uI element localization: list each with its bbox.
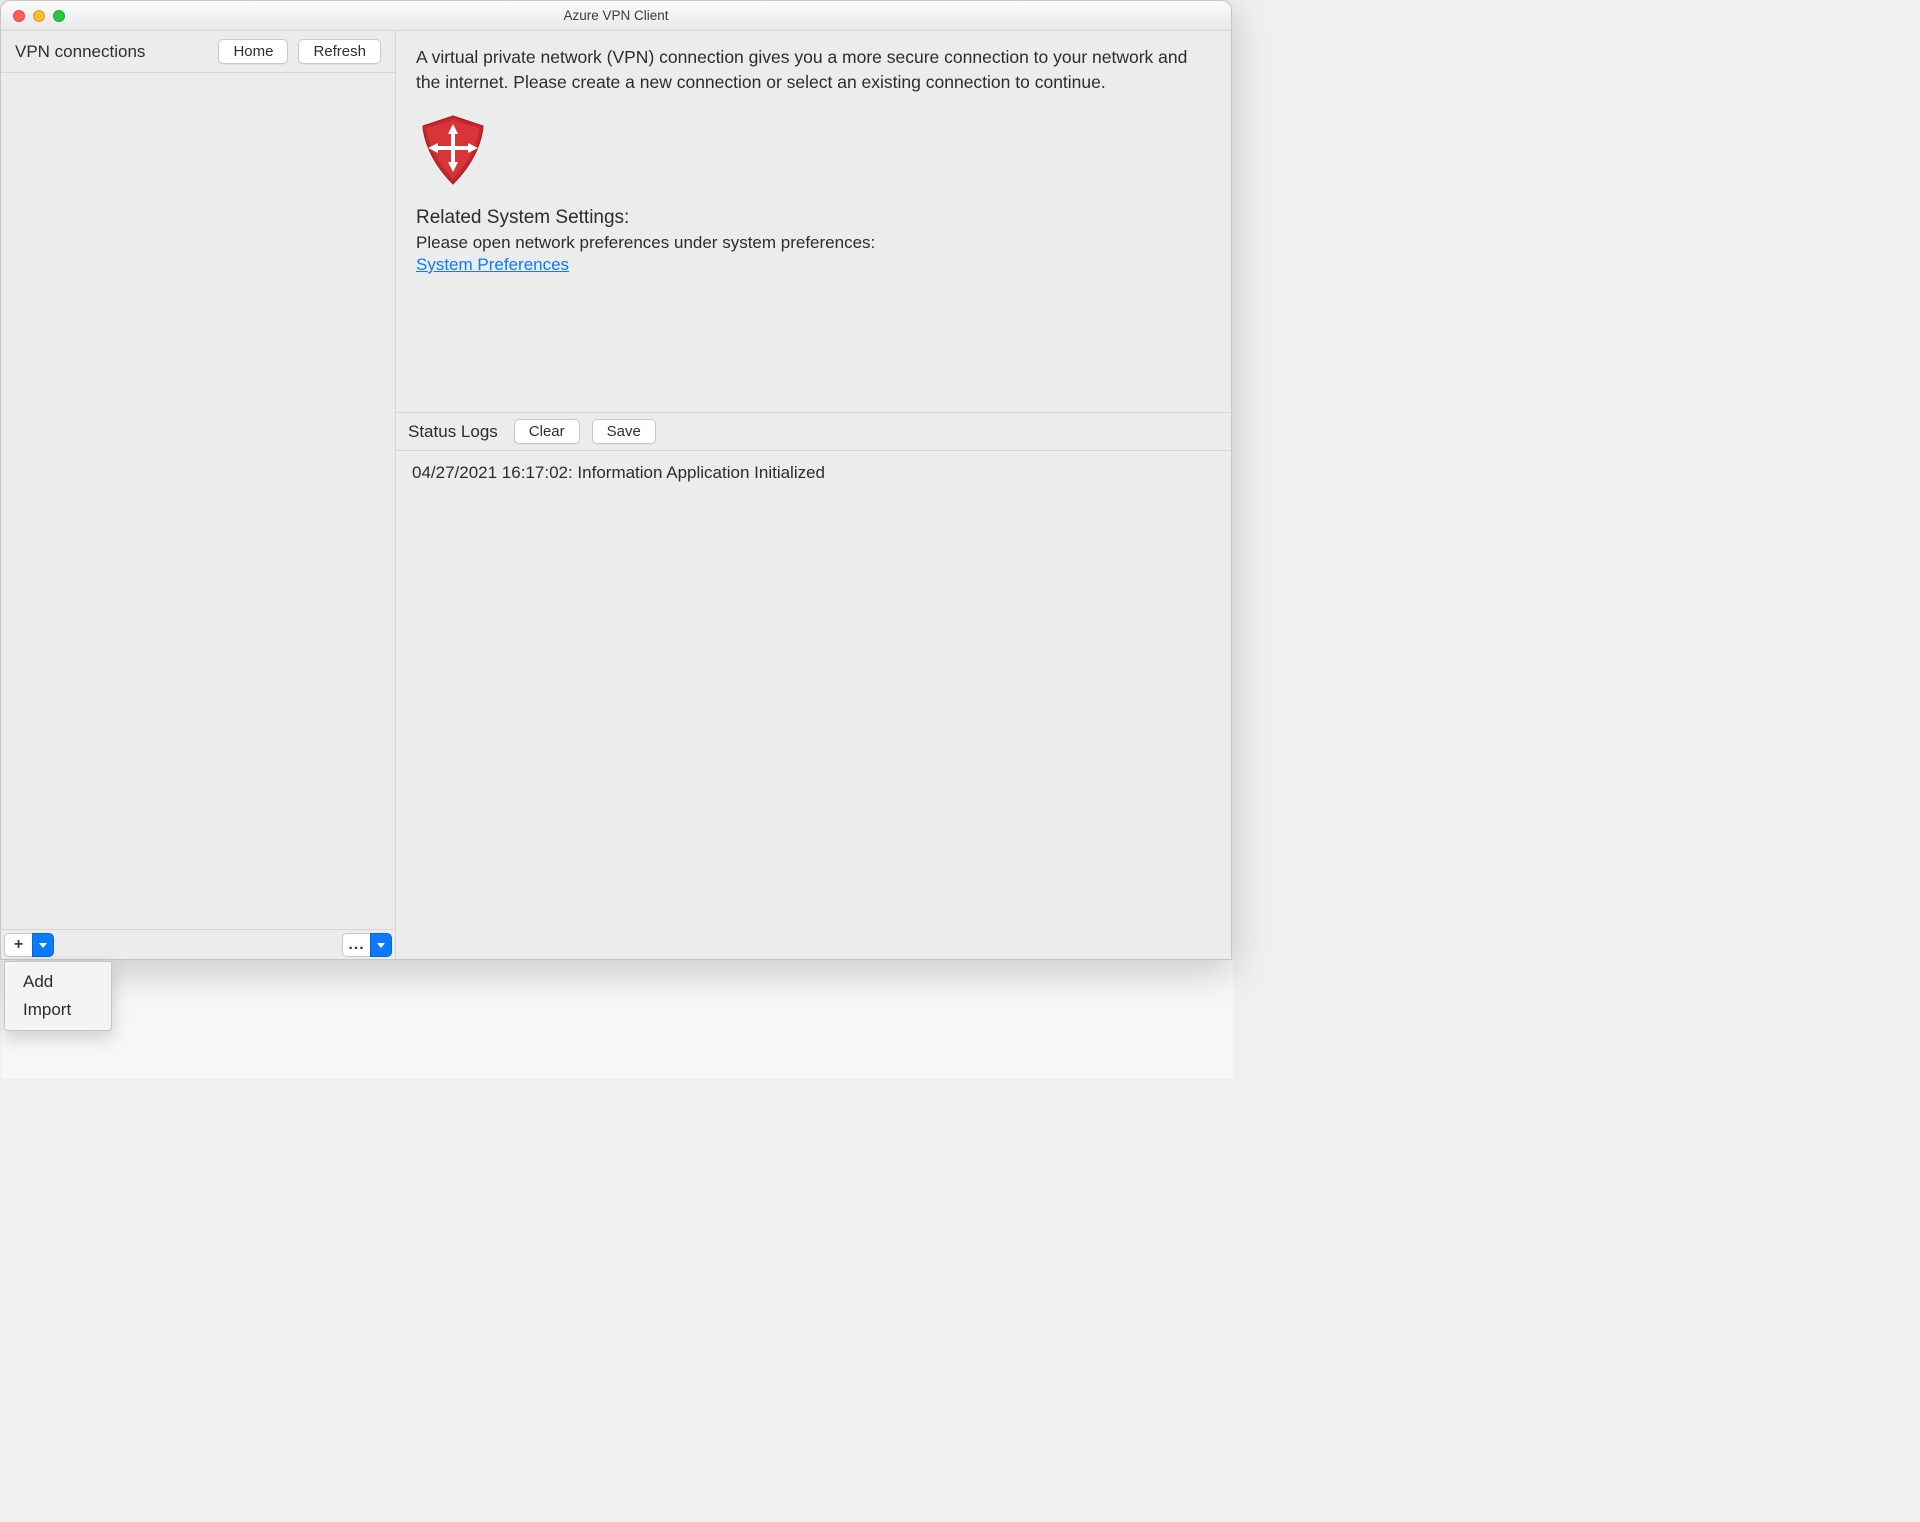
- menu-item-import[interactable]: Import: [5, 996, 111, 1024]
- main-panel: A virtual private network (VPN) connecti…: [396, 31, 1231, 959]
- menu-item-add[interactable]: Add: [5, 968, 111, 996]
- app-window: Azure VPN Client VPN connections Home Re…: [0, 0, 1232, 960]
- chevron-down-icon: [377, 943, 385, 948]
- add-connection-split-button: +: [4, 933, 54, 957]
- info-pane: A virtual private network (VPN) connecti…: [396, 31, 1231, 413]
- ellipsis-icon: ...: [348, 936, 364, 954]
- connection-list: [1, 73, 395, 929]
- plus-icon: +: [14, 936, 23, 954]
- more-dropdown-button[interactable]: [370, 933, 392, 957]
- sidebar-header: VPN connections Home Refresh: [1, 31, 395, 73]
- sidebar: VPN connections Home Refresh + ...: [1, 31, 396, 959]
- related-settings-heading: Related System Settings:: [416, 207, 1211, 229]
- minimize-icon[interactable]: [33, 10, 45, 22]
- background-pane: [1, 959, 1233, 1079]
- logs-body: 04/27/2021 16:17:02: Information Applica…: [396, 451, 1231, 959]
- footer-spacer: [57, 930, 339, 959]
- maximize-icon[interactable]: [53, 10, 65, 22]
- close-icon[interactable]: [13, 10, 25, 22]
- more-button[interactable]: ...: [342, 933, 370, 957]
- sidebar-title: VPN connections: [15, 42, 145, 62]
- chevron-down-icon: [39, 943, 47, 948]
- clear-logs-button[interactable]: Clear: [514, 419, 580, 444]
- more-options-split-button: ...: [342, 933, 392, 957]
- add-dropdown-menu: Add Import: [4, 961, 112, 1031]
- home-button[interactable]: Home: [218, 39, 288, 64]
- log-entry: 04/27/2021 16:17:02: Information Applica…: [412, 463, 1215, 483]
- status-logs-label: Status Logs: [408, 422, 498, 442]
- logs-toolbar: Status Logs Clear Save: [396, 413, 1231, 451]
- add-dropdown-button[interactable]: [32, 933, 54, 957]
- sidebar-footer: + ...: [1, 929, 395, 959]
- add-button[interactable]: +: [4, 933, 32, 957]
- vpn-shield-icon: [418, 114, 1211, 189]
- save-logs-button[interactable]: Save: [592, 419, 656, 444]
- system-preferences-link[interactable]: System Preferences: [416, 255, 569, 274]
- refresh-button[interactable]: Refresh: [298, 39, 381, 64]
- window-title: Azure VPN Client: [13, 8, 1219, 23]
- content-area: VPN connections Home Refresh + ...: [1, 31, 1231, 959]
- related-settings-sub: Please open network preferences under sy…: [416, 233, 1211, 253]
- titlebar: Azure VPN Client: [1, 1, 1231, 31]
- intro-text: A virtual private network (VPN) connecti…: [416, 45, 1211, 96]
- window-controls: [13, 10, 65, 22]
